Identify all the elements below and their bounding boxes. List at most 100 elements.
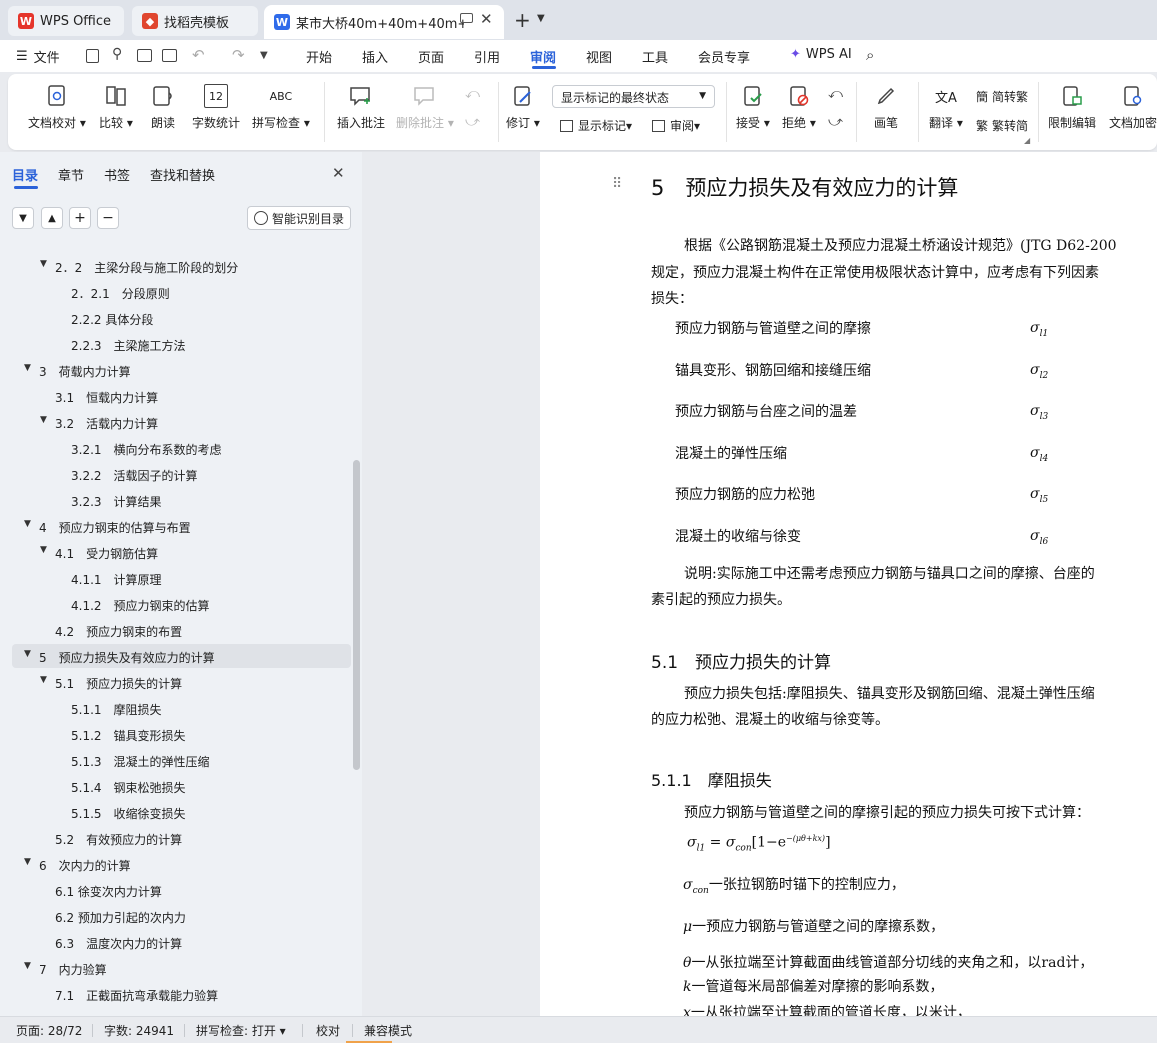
share-icon[interactable]: ⚲ [112,46,122,62]
wps-ai-button[interactable]: ✦ WPS AI [790,47,852,62]
toc-item[interactable]: 4.2 预应力钢束的布置 [0,618,350,642]
monitor-icon[interactable] [460,13,473,23]
toc-item[interactable]: ▼ 4 预应力钢束的估算与布置 [0,514,350,538]
save-icon[interactable] [86,49,99,63]
file-menu[interactable]: ☰ 文件 [16,47,60,66]
toc-expand-chevron-icon[interactable]: ▼ [40,675,47,685]
toc-item[interactable]: 4.1.2 预应力钢束的估算 [0,592,350,616]
redo-icon[interactable]: ↷ [232,46,245,64]
menu-tools[interactable]: 工具 [642,47,668,66]
tab-list-chevron-icon[interactable]: ▼ [537,13,545,24]
reject-button[interactable]: 拒绝 ▾ [782,84,816,131]
toc-item[interactable]: ▼ 5.1 预应力损失的计算 [0,670,350,694]
menu-reference[interactable]: 引用 [474,47,500,66]
toc-expand-chevron-icon[interactable]: ▼ [40,545,47,555]
print-preview-icon[interactable] [162,49,177,62]
new-tab-button[interactable]: + [514,8,531,32]
toc-item[interactable]: 2．2.1 分段原则 [0,280,350,304]
to-traditional-button[interactable]: 簡简转繁 [976,88,1028,105]
insert-comment-button[interactable]: 插入批注 [337,84,385,131]
quick-access-chevron-icon[interactable]: ▼ [260,50,268,61]
menu-page[interactable]: 页面 [418,47,444,66]
toc-item[interactable]: 2.2.2 具体分段 [0,306,350,330]
toc-expand-chevron-icon[interactable]: ▼ [40,259,47,269]
restrict-editing-button[interactable]: 限制编辑 [1048,84,1096,131]
close-tab-icon[interactable]: ✕ [480,10,493,28]
toc-expand-chevron-icon[interactable]: ▼ [24,363,31,373]
smart-toc-button[interactable]: 智能识别目录 [247,206,351,230]
add-heading-button[interactable]: + [69,207,91,229]
expand-up-button[interactable]: ▲ [41,207,63,229]
toc-item[interactable]: ▼ 3.2 活载内力计算 [0,410,350,434]
menu-insert[interactable]: 插入 [362,47,388,66]
menu-review[interactable]: 审阅 [530,47,556,66]
page-indicator[interactable]: 页面: 28/72 [16,1022,82,1039]
toc-item[interactable]: 5.1.3 混凝土的弹性压缩 [0,748,350,772]
drag-handle-icon[interactable]: ⠿ [612,176,622,192]
undo-icon[interactable]: ↶ [192,46,205,64]
word-count-button[interactable]: 12 字数统计 [192,84,240,131]
toc-expand-chevron-icon[interactable]: ▼ [24,961,31,971]
toc-item[interactable]: ▼ 4.1 受力钢筋估算 [0,540,350,564]
previous-comment-icon[interactable]: ⤺ [465,86,480,102]
display-mode-select[interactable]: 显示标记的最终状态 ▼ [552,85,715,108]
toc-item[interactable]: 5.2 有效预应力的计算 [0,826,350,850]
toc-item[interactable]: ▼ 6 次内力的计算 [0,852,350,876]
document-page[interactable]: ⠿ 5 预应力损失及有效应力的计算 根据《公路钢筋混凝土及预应力混凝土桥涵设计规… [540,152,1157,1021]
proofread-status[interactable]: 校对 [316,1022,340,1039]
review-pane-button[interactable]: 审阅 ▾ [652,117,700,134]
menu-start[interactable]: 开始 [306,47,332,66]
doc-check-button[interactable]: 文档校对 ▾ [28,84,86,131]
collapse-all-button[interactable]: ▼ [12,207,34,229]
toc-item[interactable]: ▼ 7 内力验算 [0,956,350,980]
print-icon[interactable] [137,49,152,62]
toc-item[interactable]: 3.2.3 计算结果 [0,488,350,512]
menu-view[interactable]: 视图 [586,47,612,66]
read-aloud-button[interactable]: 朗读 [151,84,175,131]
word-count-indicator[interactable]: 字数: 24941 [104,1022,174,1039]
to-simplified-button[interactable]: 繁繁转简 [976,117,1028,134]
pane-tab-toc[interactable]: 目录 [12,165,38,184]
toc-item[interactable]: 4.1.1 计算原理 [0,566,350,590]
next-comment-icon[interactable]: ⤻ [465,114,480,130]
close-pane-icon[interactable]: ✕ [332,164,345,182]
toc-expand-chevron-icon[interactable]: ▼ [24,649,31,659]
delete-comment-button[interactable]: 删除批注 ▾ [396,84,454,131]
previous-change-icon[interactable]: ⤺ [828,86,843,102]
compare-button[interactable]: 比较 ▾ [99,84,133,131]
menu-member[interactable]: 会员专享 [698,47,750,66]
search-icon[interactable]: ⌕ [866,46,874,64]
tab-wps-office[interactable]: W WPS Office [8,6,124,36]
toc-expand-chevron-icon[interactable]: ▼ [24,857,31,867]
pen-button[interactable]: 画笔 [874,84,898,131]
pane-tab-find-replace[interactable]: 查找和替换 [150,165,215,184]
toc-item[interactable]: 7.1 正截面抗弯承载能力验算 [0,982,350,1006]
tab-current-document[interactable]: W 某市大桥40m+40m+40m+40 ✕ [264,5,504,39]
translate-button[interactable]: 文A 翻译 ▾ [929,84,963,131]
toc-item[interactable]: 3.1 恒载内力计算 [0,384,350,408]
remove-heading-button[interactable]: − [97,207,119,229]
toc-item[interactable]: 6.2 预加力引起的次内力 [0,904,350,928]
toc-item[interactable]: 2.2.3 主梁施工方法 [0,332,350,356]
track-changes-button[interactable]: 修订 ▾ [506,84,540,131]
encrypt-document-button[interactable]: 文档加密 [1109,84,1157,131]
show-markup-button[interactable]: 显示标记 ▾ [560,117,632,134]
toc-item[interactable]: 6.1 徐变次内力计算 [0,878,350,902]
toc-item[interactable]: ▼ 3 荷载内力计算 [0,358,350,382]
accept-button[interactable]: 接受 ▾ [736,84,770,131]
toc-item[interactable]: 6.3 温度次内力的计算 [0,930,350,954]
toc-item[interactable]: 3.2.1 横向分布系数的考虑 [0,436,350,460]
pane-tab-bookmarks[interactable]: 书签 [104,165,130,184]
toc-item[interactable]: 5.1.1 摩阻损失 [0,696,350,720]
toc-item[interactable]: 3.2.2 活载因子的计算 [0,462,350,486]
toc-expand-chevron-icon[interactable]: ▼ [24,519,31,529]
toc-item[interactable]: 5.1.4 钢束松弛损失 [0,774,350,798]
pane-tab-chapters[interactable]: 章节 [58,165,84,184]
toc-item[interactable]: ▼ 5 预应力损失及有效应力的计算 [12,644,351,668]
spell-check-status[interactable]: 拼写检查: 打开 ▾ [196,1022,286,1039]
tab-daoke-templates[interactable]: ◆ 找稻壳模板 [132,6,258,36]
pane-scrollbar-thumb[interactable] [353,460,360,770]
toc-item[interactable]: 5.1.2 锚具变形损失 [0,722,350,746]
toc-expand-chevron-icon[interactable]: ▼ [40,415,47,425]
next-change-icon[interactable]: ⤻ [828,114,843,130]
